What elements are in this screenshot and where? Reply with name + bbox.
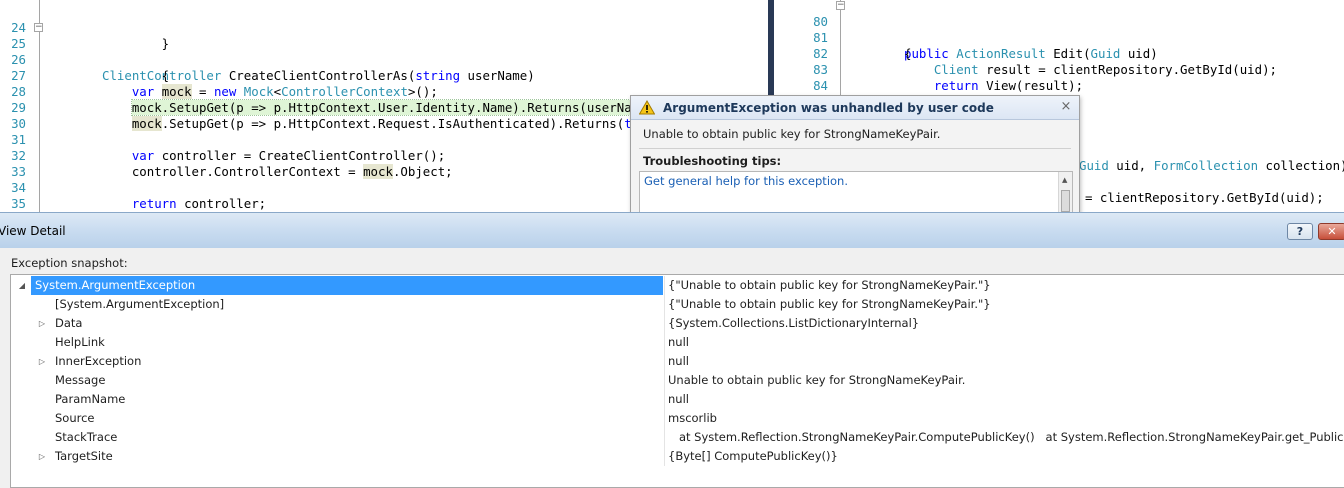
tree-row[interactable]: [System.ArgumentException] {"Unable to o… (11, 295, 1344, 314)
property-value: {Byte[] ComputePublicKey()} (668, 449, 838, 463)
tree-row[interactable]: ▷ TargetSite {Byte[] ComputePublicKey()} (11, 447, 1344, 466)
property-value: mscorlib (668, 411, 717, 425)
window-title: View Detail (0, 224, 66, 238)
tree-row[interactable]: ▷ Data {System.Collections.ListDictionar… (11, 314, 1344, 333)
expand-arrow-icon[interactable]: ▷ (37, 447, 47, 466)
troubleshooting-list[interactable]: Get general help for this exception. ▲ (639, 171, 1073, 215)
property-name: TargetSite (55, 449, 113, 463)
property-name: Source (55, 411, 95, 425)
property-value: null (668, 335, 689, 349)
property-value: {"Unable to obtain public key for Strong… (668, 297, 991, 311)
property-value: {"Unable to obtain public key for Strong… (668, 278, 991, 292)
property-value: null (668, 354, 689, 368)
collapse-arrow-icon[interactable]: ◢ (17, 276, 27, 295)
scrollbar[interactable]: ▲ (1058, 172, 1072, 214)
property-name: ParamName (55, 392, 126, 406)
collapse-icon[interactable]: − (34, 23, 43, 32)
exception-assistant-popup: ArgumentException was unhandled by user … (630, 95, 1080, 215)
window-titlebar[interactable]: View Detail ? ✕ (0, 212, 1344, 248)
close-button[interactable]: ✕ (1318, 223, 1344, 240)
snapshot-label: Exception snapshot: (11, 256, 128, 270)
expand-arrow-icon[interactable]: ▷ (37, 352, 47, 371)
tree-row-root[interactable]: ◢ System.ArgumentException {"Unable to o… (11, 276, 1344, 295)
collapse-icon[interactable]: − (836, 1, 845, 10)
scroll-thumb[interactable] (1061, 190, 1070, 212)
code-text: Guid uid, FormCollection collection) (1079, 158, 1344, 173)
tree-row[interactable]: Message Unable to obtain public key for … (11, 371, 1344, 390)
code-line[interactable]: 24 } (0, 4, 752, 51)
code-line[interactable]: 85 (778, 78, 1344, 109)
property-name: InnerException (55, 354, 142, 368)
code-line[interactable]: 82 Client result = clientRepository.GetB… (778, 30, 1344, 77)
property-name: System.ArgumentException (35, 278, 196, 292)
property-value: null (668, 392, 689, 406)
property-value: at System.Reflection.StrongNameKeyPair.C… (668, 430, 1344, 444)
code-line[interactable]: 25 − ClientController CreateClientContro… (0, 20, 752, 84)
property-name: HelpLink (55, 335, 105, 349)
tree-row[interactable]: StackTrace at System.Reflection.StrongNa… (11, 428, 1344, 447)
code-line[interactable]: 83 return View(result); (778, 46, 1344, 93)
close-icon[interactable]: × (1059, 100, 1073, 114)
popup-header: ArgumentException was unhandled by user … (631, 96, 1079, 120)
tree-row[interactable]: Source mscorlib (11, 409, 1344, 428)
view-detail-window: View Detail ? ✕ Exception snapshot: ◢ Sy… (0, 212, 1344, 488)
tree-row[interactable]: ▷ InnerException null (11, 352, 1344, 371)
code-line[interactable]: 27 var mock = new Mock<ControllerContext… (0, 52, 752, 99)
code-text: = clientRepository.GetById(uid); (1085, 190, 1324, 205)
property-name: [System.ArgumentException] (55, 297, 225, 311)
property-value: {System.Collections.ListDictionaryIntern… (668, 316, 920, 330)
code-line[interactable]: 84 } (778, 62, 1344, 109)
code-line-highlighted[interactable]: 28 mock.SetupGet(p => p.HttpContext.User… (0, 68, 752, 116)
tree-row[interactable]: ParamName null (11, 390, 1344, 409)
exception-property-grid[interactable]: ◢ System.ArgumentException {"Unable to o… (10, 274, 1344, 488)
code-line[interactable]: 81 { (778, 14, 1344, 61)
scroll-up-icon[interactable]: ▲ (1062, 176, 1067, 184)
help-link[interactable]: Get general help for this exception. (644, 174, 848, 188)
code-line[interactable]: 26 { (0, 36, 752, 83)
warning-icon (639, 100, 655, 115)
troubleshooting-title: Troubleshooting tips: (643, 154, 782, 168)
code-line[interactable]: 80 − public ActionResult Edit(Guid uid) (778, 0, 1344, 62)
exception-message: Unable to obtain public key for StrongNa… (643, 127, 941, 141)
help-button[interactable]: ? (1287, 223, 1313, 240)
tree-row[interactable]: HelpLink null (11, 333, 1344, 352)
property-value: Unable to obtain public key for StrongNa… (668, 373, 966, 387)
popup-title: ArgumentException was unhandled by user … (663, 101, 994, 115)
property-name: Message (55, 373, 106, 387)
expand-arrow-icon[interactable]: ▷ (37, 314, 47, 333)
divider (639, 148, 1071, 149)
property-name: StackTrace (55, 430, 118, 444)
property-name: Data (55, 316, 83, 330)
